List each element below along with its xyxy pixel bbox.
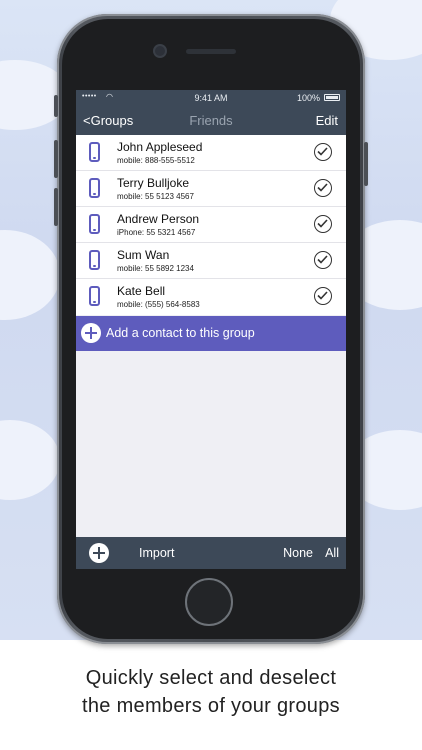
checkmark-icon[interactable] (314, 143, 332, 161)
contact-name: Terry Bulljoke (117, 176, 190, 190)
status-bar: ••••• ◠ 9:41 AM 100% (76, 90, 346, 106)
select-all-button[interactable]: All (325, 546, 339, 560)
caption-line-2: the members of your groups (82, 695, 340, 717)
volume-down-button (54, 188, 58, 226)
nav-bar: <Groups Friends Edit (76, 106, 346, 135)
contact-detail: mobile: 888-555-5512 (117, 156, 195, 165)
camera (155, 46, 165, 56)
contact-detail: mobile: 55 5123 4567 (117, 192, 194, 201)
contact-row[interactable]: Sum Wan mobile: 55 5892 1234 (76, 243, 346, 279)
caption-line-1: Quickly select and deselect (85, 667, 337, 689)
checkmark-icon[interactable] (314, 215, 332, 233)
volume-up-button (54, 140, 58, 178)
contact-name: Andrew Person (117, 212, 200, 226)
checkmark-icon[interactable] (314, 179, 332, 197)
contact-detail: mobile: (555) 564-8583 (117, 300, 200, 309)
add-contact-button[interactable]: Add a contact to this group (76, 316, 346, 351)
select-none-button[interactable]: None (283, 546, 313, 560)
battery-icon (324, 94, 340, 101)
add-group-button[interactable] (89, 543, 109, 563)
contact-row[interactable]: John Appleseed mobile: 888-555-5512 (76, 135, 346, 171)
contact-detail: mobile: 55 5892 1234 (117, 264, 194, 273)
contact-name: Kate Bell (117, 284, 166, 298)
contact-row[interactable]: Terry Bulljoke mobile: 55 5123 4567 (76, 171, 346, 207)
side-button (54, 95, 58, 117)
phone-icon (89, 178, 100, 198)
import-button[interactable]: Import (139, 546, 174, 560)
checkmark-icon[interactable] (314, 251, 332, 269)
contact-row[interactable]: Kate Bell mobile: (555) 564-8583 (76, 279, 346, 315)
bottom-toolbar: Import None All (76, 537, 346, 569)
contact-detail: iPhone: 55 5321 4567 (117, 228, 196, 237)
cloud (0, 230, 60, 320)
edit-button[interactable]: Edit (316, 113, 338, 128)
speaker (186, 49, 236, 54)
plus-circle-icon (81, 323, 101, 343)
power-button (364, 142, 368, 186)
contact-row[interactable]: Andrew Person iPhone: 55 5321 4567 (76, 207, 346, 243)
nav-title: Friends (189, 113, 233, 128)
phone-icon (89, 142, 100, 162)
phone-icon (89, 286, 100, 306)
battery-percent: 100% (296, 93, 320, 103)
phone-icon (89, 250, 100, 270)
checkmark-icon[interactable] (314, 287, 332, 305)
add-contact-label: Add a contact to this group (106, 326, 255, 340)
contact-name: John Appleseed (117, 140, 203, 154)
app-screen: ••••• ◠ 9:41 AM 100% <Groups Friends Edi… (76, 90, 346, 569)
contact-name: Sum Wan (117, 248, 170, 262)
home-button[interactable] (185, 578, 233, 626)
contact-list: John Appleseed mobile: 888-555-5512 Terr… (76, 135, 346, 315)
phone-icon (89, 214, 100, 234)
cloud (0, 420, 60, 500)
